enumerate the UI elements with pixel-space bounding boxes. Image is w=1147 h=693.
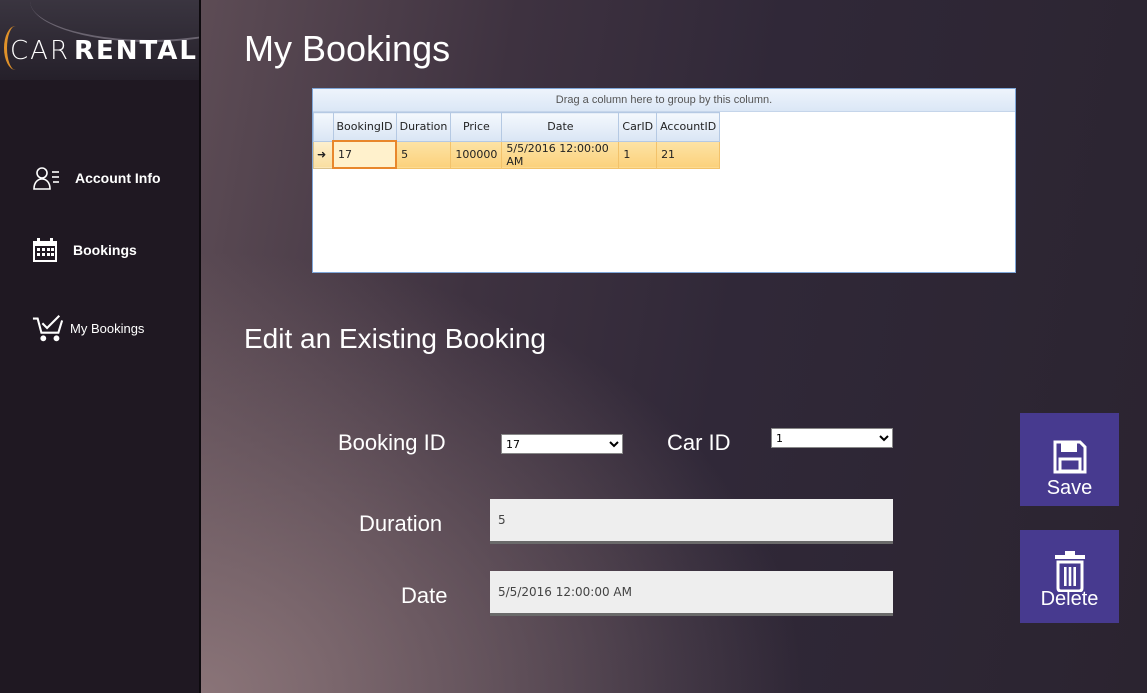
sidebar: CAR RENTAL Account Info Bookings My Book… [0, 0, 201, 693]
duration-label: Duration [359, 511, 443, 536]
column-header-carid[interactable]: CarID [618, 112, 658, 142]
group-by-panel[interactable]: Drag a column here to group by this colu… [313, 89, 1015, 112]
table-cell[interactable]: 5/5/2016 12:00:00 AM [501, 140, 620, 169]
page-title: My Bookings [244, 28, 451, 69]
account-info-icon [32, 164, 64, 192]
trash-icon [1053, 550, 1087, 593]
table-cell[interactable]: 5 [395, 140, 452, 169]
car-id-select[interactable]: 1 [771, 428, 893, 448]
bookings-grid[interactable]: Drag a column here to group by this colu… [312, 88, 1016, 273]
table-cell[interactable]: 17 [331, 140, 398, 169]
car-id-label: Car ID [667, 430, 731, 455]
table-cell[interactable]: 100000 [450, 140, 503, 169]
sidebar-item-bookings[interactable]: Bookings [32, 236, 137, 264]
sidebar-item-account-info[interactable]: Account Info [32, 164, 161, 192]
booking-id-select[interactable]: 17 [501, 434, 623, 454]
sidebar-item-label: Account Info [75, 170, 161, 186]
table-cell[interactable]: 1 [618, 140, 658, 169]
bookings-table: BookingID Duration Price Date CarID Acco… [313, 112, 721, 169]
column-header-bookingid[interactable]: BookingID [332, 112, 397, 142]
duration-field[interactable]: 5 [490, 499, 893, 544]
save-icon [1052, 439, 1088, 477]
table-header-row: BookingID Duration Price Date CarID Acco… [313, 112, 721, 142]
booking-id-label: Booking ID [338, 430, 446, 455]
column-header-date[interactable]: Date [501, 112, 620, 142]
main-panel: My Bookings Drag a column here to group … [201, 0, 1147, 693]
delete-button[interactable]: Delete [1020, 530, 1119, 623]
save-label: Save [1046, 477, 1093, 499]
cart-check-icon [32, 314, 64, 342]
section-title: Edit an Existing Booking [244, 323, 546, 354]
table-row[interactable]: ➜ 17 5 100000 5/5/2016 12:00:00 AM 1 21 [313, 140, 721, 169]
column-header-accountid[interactable]: AccountID [656, 112, 721, 142]
column-header-duration[interactable]: Duration [395, 112, 452, 142]
table-cell[interactable]: 21 [656, 140, 721, 169]
sidebar-item-my-bookings[interactable]: My Bookings [32, 314, 144, 342]
row-indicator-arrow-icon: ➜ [313, 140, 334, 169]
sidebar-item-label: Bookings [73, 242, 137, 258]
date-label: Date [401, 583, 448, 608]
column-header-price[interactable]: Price [450, 112, 503, 142]
car-rental-logo: CAR RENTAL [0, 0, 199, 80]
logo-text: CAR RENTAL [10, 36, 198, 66]
row-indicator-header [313, 112, 334, 142]
calendar-icon [32, 236, 64, 264]
save-button[interactable]: Save [1020, 413, 1119, 506]
sidebar-item-label: My Bookings [70, 320, 145, 336]
logo-car: CAR [10, 36, 71, 66]
logo-rental: RENTAL [74, 36, 198, 66]
date-field[interactable]: 5/5/2016 12:00:00 AM [490, 571, 893, 616]
delete-label: Delete [1040, 588, 1099, 610]
